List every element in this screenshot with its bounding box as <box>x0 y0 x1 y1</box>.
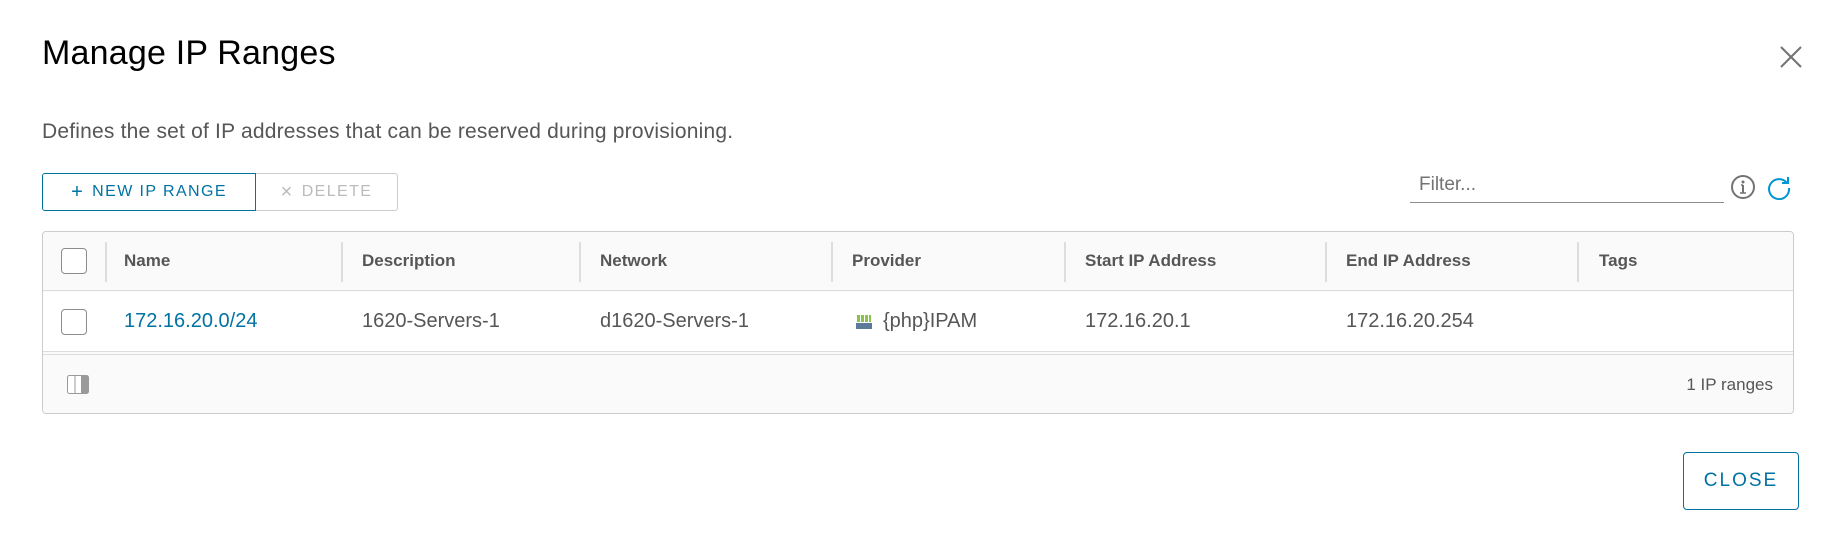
row-provider-cell: {php}IPAM <box>855 292 977 351</box>
row-description-cell: 1620-Servers-1 <box>362 310 500 332</box>
provider-name: {php}IPAM <box>883 310 978 332</box>
refresh-icon[interactable] <box>1766 174 1792 201</box>
toolbar-button-group: + NEW IP RANGE × DELETE <box>42 173 398 211</box>
close-icon[interactable] <box>1776 42 1806 72</box>
column-header-provider[interactable]: Provider <box>852 232 921 290</box>
column-separator[interactable] <box>341 242 343 282</box>
column-header-tags[interactable]: Tags <box>1599 232 1637 290</box>
row-select-cell <box>61 292 87 351</box>
row-checkbox[interactable] <box>61 308 87 335</box>
delete-label: DELETE <box>301 183 373 200</box>
close-button[interactable]: CLOSE <box>1683 452 1799 510</box>
row-network-cell: d1620-Servers-1 <box>600 310 749 332</box>
column-header-end-ip[interactable]: End IP Address <box>1346 232 1471 290</box>
delete-button[interactable]: × DELETE <box>256 173 398 211</box>
modal-title: Manage IP Ranges <box>42 34 336 72</box>
modal-description: Defines the set of IP addresses that can… <box>42 120 734 143</box>
column-separator[interactable] <box>1064 242 1066 282</box>
column-header-name[interactable]: Name <box>124 232 170 290</box>
table-row: 172.16.20.0/24 1620-Servers-1 d1620-Serv… <box>43 292 1793 352</box>
delete-x-icon: × <box>280 180 294 203</box>
info-icon[interactable] <box>1730 174 1756 200</box>
grid-header: Name Description Network Provider Start … <box>43 232 1793 291</box>
column-separator[interactable] <box>831 242 833 282</box>
select-all-checkbox[interactable] <box>61 248 87 274</box>
phpipam-logo-icon <box>855 313 873 331</box>
column-separator[interactable] <box>105 242 107 282</box>
row-end-ip-cell: 172.16.20.254 <box>1346 310 1474 332</box>
plus-icon: + <box>71 180 85 203</box>
column-header-start-ip[interactable]: Start IP Address <box>1085 232 1216 290</box>
ip-range-name-link[interactable]: 172.16.20.0/24 <box>124 310 257 333</box>
row-name-cell: 172.16.20.0/24 <box>124 292 257 351</box>
grid-footer: 1 IP ranges <box>43 354 1793 413</box>
ip-ranges-datagrid: Name Description Network Provider Start … <box>42 231 1794 414</box>
new-ip-range-button[interactable]: + NEW IP RANGE <box>42 173 256 211</box>
select-all-cell <box>61 232 87 290</box>
new-ip-range-label: NEW IP RANGE <box>92 183 227 200</box>
column-separator[interactable] <box>1325 242 1327 282</box>
column-header-network[interactable]: Network <box>600 232 667 290</box>
column-separator[interactable] <box>579 242 581 282</box>
filter-field <box>1410 168 1724 203</box>
column-toggle-icon[interactable] <box>67 375 89 394</box>
column-separator[interactable] <box>1577 242 1579 282</box>
column-header-description[interactable]: Description <box>362 232 456 290</box>
filter-input[interactable] <box>1410 168 1724 202</box>
row-start-ip-cell: 172.16.20.1 <box>1085 310 1191 332</box>
ip-range-count: 1 IP ranges <box>1686 375 1773 394</box>
